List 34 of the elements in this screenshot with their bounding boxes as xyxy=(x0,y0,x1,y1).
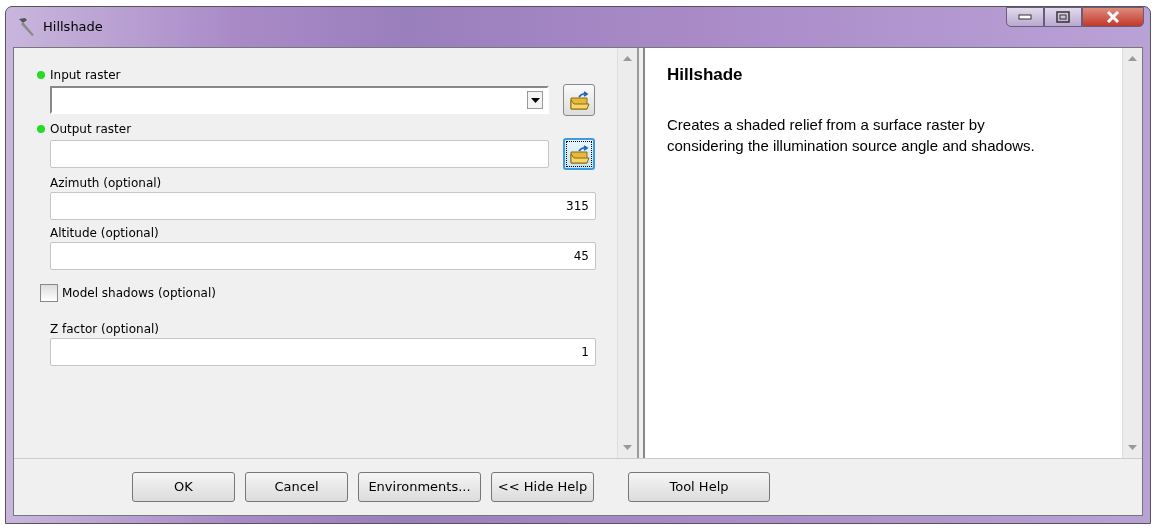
dialog-button[interactable]: Cancel xyxy=(245,472,348,502)
window-title: Hillshade xyxy=(43,18,103,37)
dropdown-field[interactable] xyxy=(50,86,549,114)
dialog-button[interactable]: Tool Help xyxy=(628,472,770,502)
help-title: Hillshade xyxy=(667,64,744,86)
scroll-up-icon[interactable] xyxy=(1128,56,1137,61)
checkbox[interactable] xyxy=(40,284,58,302)
input-field[interactable]: 315 xyxy=(50,192,596,220)
close-icon xyxy=(1105,11,1121,23)
field-label: Z factor (optional) xyxy=(50,321,159,338)
field-label: Azimuth (optional) xyxy=(50,175,162,192)
scroll-down-icon[interactable] xyxy=(1128,445,1137,450)
field-label: Altitude (optional) xyxy=(50,225,159,242)
close-button[interactable] xyxy=(1082,7,1144,27)
dialog-button[interactable]: OK xyxy=(132,472,235,502)
input-field[interactable] xyxy=(50,140,549,168)
scroll-down-icon[interactable] xyxy=(623,445,632,450)
folder-icon xyxy=(568,90,590,110)
field-label: Input raster xyxy=(50,67,121,84)
field-label: Output raster xyxy=(50,121,132,138)
help-text: Creates a shaded relief from a surface raster by considering the illumination source angle and shadows. xyxy=(667,114,1036,156)
folder-icon xyxy=(568,144,590,164)
input-field[interactable]: 1 xyxy=(50,338,596,366)
dialog-button[interactable]: << Hide Help xyxy=(491,472,594,502)
minimize-button[interactable] xyxy=(1006,7,1044,27)
browse-button[interactable] xyxy=(563,138,595,170)
minimize-icon xyxy=(1018,14,1032,20)
maximize-icon xyxy=(1056,11,1070,23)
input-field[interactable]: 45 xyxy=(50,242,596,270)
maximize-button[interactable] xyxy=(1044,7,1082,27)
dialog-button[interactable]: Environments... xyxy=(358,472,481,502)
dropdown-arrow-icon xyxy=(530,97,540,103)
checkbox-label: Model shadows (optional) xyxy=(62,285,216,302)
scroll-up-icon[interactable] xyxy=(623,56,632,61)
